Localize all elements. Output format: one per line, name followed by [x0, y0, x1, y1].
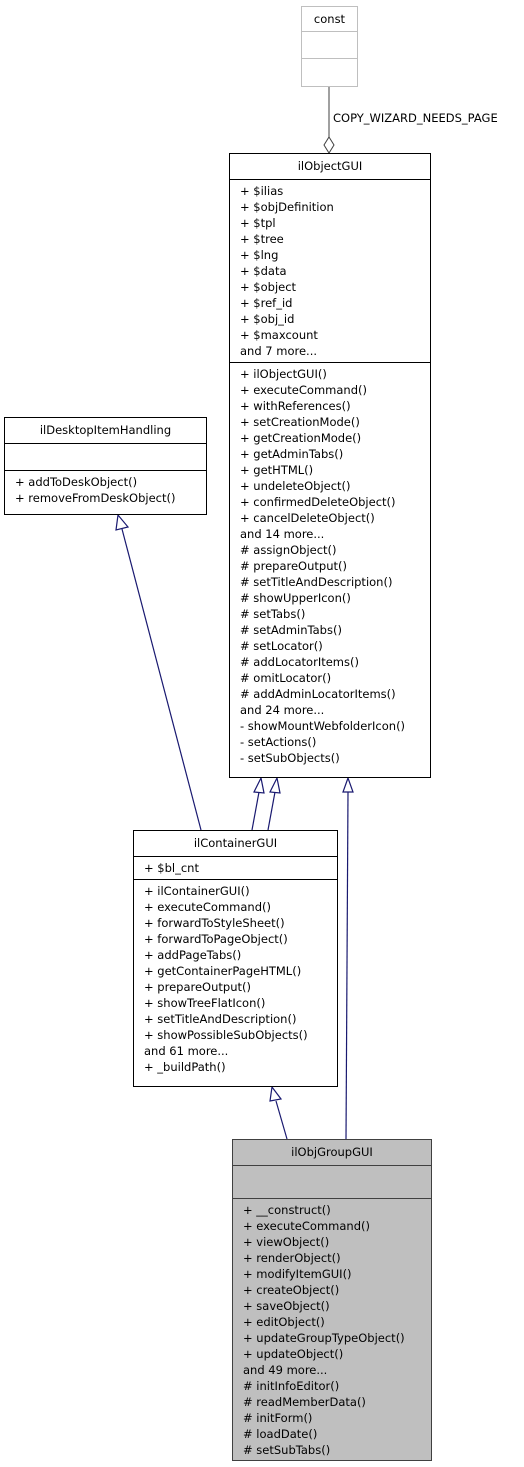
more-members-note: and 14 more... [240, 527, 325, 541]
class-member: + $obj_id [240, 312, 295, 326]
edge-ilobjgroupgui-to-ilcontainergui [275, 1100, 288, 1140]
inheritance-arrow-icon [269, 776, 281, 794]
class-name: ilObjectGUI [230, 154, 430, 180]
attributes-section [5, 444, 206, 471]
class-member: + getAdminTabs() [240, 447, 344, 461]
class-member: + forwardToPageObject() [144, 932, 288, 946]
edge-ilcontainergui-to-ildesktopitemhandling [121, 528, 202, 831]
class-member: + getCreationMode() [240, 431, 362, 445]
methods-section: + addToDeskObject() + removeFromDeskObjec… [5, 471, 206, 509]
class-member: + addPageTabs() [144, 948, 242, 962]
class-name: ilObjGroupGUI [233, 1140, 431, 1166]
edge-ilobjgroupgui-to-ilobjectgui [345, 791, 349, 1140]
class-member: + executeCommand() [240, 383, 367, 397]
inheritance-arrow-icon [115, 513, 130, 531]
class-member: # initForm() [243, 1411, 313, 1425]
class-member: # addLocatorItems() [240, 655, 359, 669]
class-member: + confirmedDeleteObject() [240, 495, 396, 509]
inheritance-arrow-icon [342, 776, 354, 793]
class-member: + editObject() [243, 1315, 325, 1329]
class-member: + $maxcount [240, 328, 318, 342]
class-member: + $data [240, 264, 287, 278]
class-box-const[interactable]: const [301, 6, 358, 87]
attributes-section [302, 32, 357, 59]
class-member: # setLocator() [240, 639, 323, 653]
class-member: + executeCommand() [243, 1219, 370, 1233]
class-member: + showTreeFlatIcon() [144, 996, 266, 1010]
inheritance-arrow-icon [269, 1085, 283, 1102]
class-member: + withReferences() [240, 399, 351, 413]
class-member: + $ref_id [240, 296, 293, 310]
inheritance-arrow-icon [253, 776, 265, 794]
class-member: + ilContainerGUI() [144, 884, 250, 898]
class-member: + removeFromDeskObject() [15, 491, 176, 505]
class-member: - setSubObjects() [240, 751, 340, 765]
class-member: # addAdminLocatorItems() [240, 687, 396, 701]
methods-section: + __construct() + executeCommand() + viewO… [233, 1199, 431, 1461]
class-member: + undeleteObject() [240, 479, 351, 493]
edge-label-copy-wizard: COPY_WIZARD_NEEDS_PAGE [333, 111, 498, 125]
class-box-ilobjgroupgui[interactable]: ilObjGroupGUI + __construct() + executeCo… [232, 1139, 432, 1461]
class-member: - showMountWebfolderIcon() [240, 719, 406, 733]
class-member: + createObject() [243, 1283, 340, 1297]
class-member: # showUpperIcon() [240, 591, 351, 605]
class-member: + updateObject() [243, 1347, 344, 1361]
class-member: + cancelDeleteObject() [240, 511, 375, 525]
methods-section: + ilObjectGUI() + executeCommand() + withR… [230, 363, 430, 769]
attributes-section [233, 1166, 431, 1199]
more-members-note: and 24 more... [240, 703, 325, 717]
class-member: + viewObject() [243, 1235, 330, 1249]
methods-section [302, 59, 357, 85]
class-member: + $object [240, 280, 297, 294]
class-member: + renderObject() [243, 1251, 341, 1265]
class-member: # initInfoEditor() [243, 1379, 340, 1393]
class-name: ilContainerGUI [134, 831, 337, 857]
class-member: + modifyItemGUI() [243, 1267, 352, 1281]
class-member: # loadDate() [243, 1427, 318, 1441]
attributes-section: + $bl_cnt [134, 857, 337, 880]
class-box-ilcontainergui[interactable]: ilContainerGUI + $bl_cnt + ilContainerGU… [133, 830, 338, 1087]
class-member: + getContainerPageHTML() [144, 964, 302, 978]
class-box-ilobjectgui[interactable]: ilObjectGUI + $ilias + $objDefinition + $t… [229, 153, 431, 778]
attributes-section: + $ilias + $objDefinition + $tpl + $tree + $… [230, 180, 430, 363]
methods-section: + ilContainerGUI() + executeCommand() + fo… [134, 880, 337, 1078]
class-member: + $objDefinition [240, 200, 334, 214]
class-member: # readMemberData() [243, 1395, 366, 1409]
class-name: ilDesktopItemHandling [5, 418, 206, 444]
more-members-note: and 61 more... [144, 1044, 229, 1058]
more-members-note: and 7 more... [240, 344, 318, 358]
class-member: # setTabs() [240, 607, 306, 621]
class-member: + forwardToStyleSheet() [144, 916, 285, 930]
class-member: - setActions() [240, 735, 317, 749]
class-member: # setAdminTabs() [240, 623, 342, 637]
class-member: # omitLocator() [240, 671, 332, 685]
class-member: + showPossibleSubObjects() [144, 1028, 308, 1042]
aggregation-diamond-icon [323, 136, 335, 154]
class-member: + addToDeskObject() [15, 475, 138, 489]
edge-ilcontainergui-to-ilobjectgui-2 [267, 791, 276, 831]
class-member: # setTitleAndDescription() [240, 575, 393, 589]
class-member: + $tpl [240, 216, 276, 230]
more-members-note: and 49 more... [243, 1363, 328, 1377]
class-member: + $ilias [240, 184, 284, 198]
class-member: + setTitleAndDescription() [144, 1012, 297, 1026]
class-member: # setSubTabs() [243, 1443, 331, 1457]
class-name: const [302, 7, 357, 32]
class-member: # assignObject() [240, 543, 337, 557]
class-member: + updateGroupTypeObject() [243, 1331, 405, 1345]
class-member: + $tree [240, 232, 284, 246]
class-box-ildesktopitemhandling[interactable]: ilDesktopItemHandling + addToDeskObject(… [4, 417, 207, 515]
class-member: + __construct() [243, 1203, 331, 1217]
class-member: + ilObjectGUI() [240, 367, 327, 381]
edge-ilcontainergui-to-ilobjectgui-1 [251, 791, 260, 831]
class-member: + executeCommand() [144, 900, 271, 914]
class-member: + $bl_cnt [144, 861, 199, 875]
class-member: + prepareOutput() [144, 980, 251, 994]
class-member: + $lng [240, 248, 279, 262]
class-member: # prepareOutput() [240, 559, 347, 573]
class-member: + setCreationMode() [240, 415, 360, 429]
class-member: + getHTML() [240, 463, 314, 477]
class-member: + _buildPath() [144, 1060, 226, 1074]
class-member: + saveObject() [243, 1299, 330, 1313]
